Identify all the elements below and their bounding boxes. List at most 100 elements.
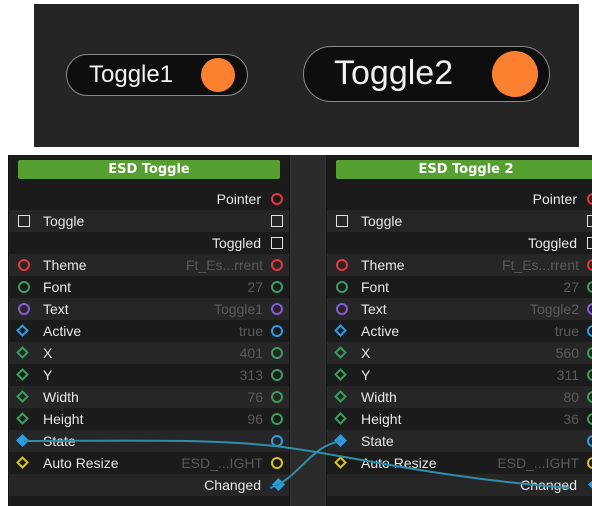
output-square-pin-icon[interactable] <box>587 215 592 227</box>
output-circle-pin-icon[interactable] <box>271 391 283 403</box>
row-value[interactable]: 96 <box>247 408 263 430</box>
output-circle-pin-icon[interactable] <box>587 413 592 425</box>
esd-toggle-2-node[interactable]: ESD Toggle 2 Pointer Toggle Toggled Theme Ft… <box>326 155 592 506</box>
row-output-label: Changed <box>204 477 261 493</box>
node-row: Y 313 <box>9 364 289 386</box>
input-diamond-pin-icon[interactable] <box>334 390 347 403</box>
row-name: Active <box>361 323 400 339</box>
input-circle-pin-icon[interactable] <box>336 259 348 271</box>
row-name: Toggle <box>361 213 403 229</box>
node-row: Active true <box>327 320 592 342</box>
output-circle-pin-icon[interactable] <box>271 413 283 425</box>
row-value[interactable]: 76 <box>247 386 263 408</box>
output-circle-pin-icon[interactable] <box>587 303 592 315</box>
input-diamond-pin-icon[interactable] <box>334 434 347 447</box>
input-circle-pin-icon[interactable] <box>18 281 30 293</box>
toggle2-knob[interactable] <box>492 51 538 97</box>
output-circle-pin-icon[interactable] <box>587 369 592 381</box>
node-title[interactable]: ESD Toggle 2 <box>336 160 592 179</box>
row-value[interactable]: 313 <box>240 364 263 386</box>
row-value[interactable]: ESD_...IGHT <box>497 452 579 474</box>
input-diamond-pin-icon[interactable] <box>16 412 29 425</box>
node-graph-canvas[interactable]: ESD Toggle Pointer Toggle Toggled Theme Ft_E… <box>8 155 592 506</box>
output-circle-pin-icon[interactable] <box>271 325 283 337</box>
row-name: State <box>361 433 394 449</box>
row-value[interactable]: 560 <box>556 342 579 364</box>
node-row: Pointer <box>9 188 289 210</box>
output-circle-pin-icon[interactable] <box>271 193 283 205</box>
row-value[interactable]: 401 <box>240 342 263 364</box>
row-name: Text <box>361 301 387 317</box>
output-circle-pin-icon[interactable] <box>587 325 592 337</box>
output-circle-pin-icon[interactable] <box>271 457 283 469</box>
row-value[interactable]: 36 <box>563 408 579 430</box>
output-square-pin-icon[interactable] <box>587 237 592 249</box>
row-value[interactable]: ESD_...IGHT <box>181 452 263 474</box>
output-diamond-pin-icon[interactable] <box>272 478 285 491</box>
toggle1-switch[interactable]: Toggle1 <box>66 54 248 96</box>
row-name: Active <box>43 323 82 339</box>
row-name: X <box>43 345 53 361</box>
output-diamond-pin-icon[interactable] <box>588 478 592 491</box>
row-value[interactable]: true <box>555 320 579 342</box>
row-name: Y <box>361 367 371 383</box>
esd-toggle-node[interactable]: ESD Toggle Pointer Toggle Toggled Theme Ft_E… <box>8 155 290 506</box>
output-circle-pin-icon[interactable] <box>587 281 592 293</box>
output-circle-pin-icon[interactable] <box>271 303 283 315</box>
node-row: Text Toggle2 <box>327 298 592 320</box>
row-value[interactable]: Toggle2 <box>530 298 579 320</box>
output-square-pin-icon[interactable] <box>271 215 283 227</box>
row-value[interactable]: true <box>239 320 263 342</box>
input-square-pin-icon[interactable] <box>18 215 30 227</box>
output-circle-pin-icon[interactable] <box>587 259 592 271</box>
row-value[interactable]: Toggle1 <box>214 298 263 320</box>
input-square-pin-icon[interactable] <box>336 215 348 227</box>
input-circle-pin-icon[interactable] <box>18 303 30 315</box>
input-circle-pin-icon[interactable] <box>336 303 348 315</box>
input-diamond-pin-icon[interactable] <box>16 346 29 359</box>
toggle2-switch[interactable]: Toggle2 <box>303 46 550 102</box>
output-circle-pin-icon[interactable] <box>271 369 283 381</box>
toggle1-knob[interactable] <box>201 58 235 92</box>
input-diamond-pin-icon[interactable] <box>16 434 29 447</box>
row-output-label: Pointer <box>532 191 577 207</box>
input-diamond-pin-icon[interactable] <box>16 368 29 381</box>
output-circle-pin-icon[interactable] <box>271 347 283 359</box>
input-diamond-pin-icon[interactable] <box>16 456 29 469</box>
output-circle-pin-icon[interactable] <box>587 457 592 469</box>
input-diamond-pin-icon[interactable] <box>16 324 29 337</box>
output-circle-pin-icon[interactable] <box>587 435 592 447</box>
row-name: Font <box>43 279 72 295</box>
output-square-pin-icon[interactable] <box>271 237 283 249</box>
row-value[interactable]: 80 <box>563 386 579 408</box>
node-row: X 560 <box>327 342 592 364</box>
node-row: Width 80 <box>327 386 592 408</box>
row-value[interactable]: 311 <box>557 364 579 386</box>
output-circle-pin-icon[interactable] <box>587 391 592 403</box>
input-diamond-pin-icon[interactable] <box>334 368 347 381</box>
row-output-label: Pointer <box>216 191 261 207</box>
node-row: Toggled <box>327 232 592 254</box>
row-value[interactable]: 27 <box>247 276 263 298</box>
output-circle-pin-icon[interactable] <box>271 259 283 271</box>
input-diamond-pin-icon[interactable] <box>334 324 347 337</box>
input-diamond-pin-icon[interactable] <box>334 346 347 359</box>
row-value[interactable]: Ft_Es...rrent <box>502 254 579 276</box>
row-name: Font <box>361 279 390 295</box>
row-value[interactable]: 27 <box>563 276 579 298</box>
input-circle-pin-icon[interactable] <box>336 281 348 293</box>
input-diamond-pin-icon[interactable] <box>334 412 347 425</box>
output-circle-pin-icon[interactable] <box>587 193 592 205</box>
row-output-label: Toggled <box>211 235 261 251</box>
input-diamond-pin-icon[interactable] <box>334 456 347 469</box>
toggle-preview-panel: Toggle1 Toggle2 <box>34 4 579 147</box>
node-title[interactable]: ESD Toggle <box>18 160 280 179</box>
node-row: Height 36 <box>327 408 592 430</box>
input-circle-pin-icon[interactable] <box>18 259 30 271</box>
output-circle-pin-icon[interactable] <box>587 347 592 359</box>
output-circle-pin-icon[interactable] <box>271 435 283 447</box>
output-circle-pin-icon[interactable] <box>271 281 283 293</box>
row-value[interactable]: Ft_Es...rrent <box>186 254 263 276</box>
input-diamond-pin-icon[interactable] <box>16 390 29 403</box>
row-name: Width <box>43 389 79 405</box>
